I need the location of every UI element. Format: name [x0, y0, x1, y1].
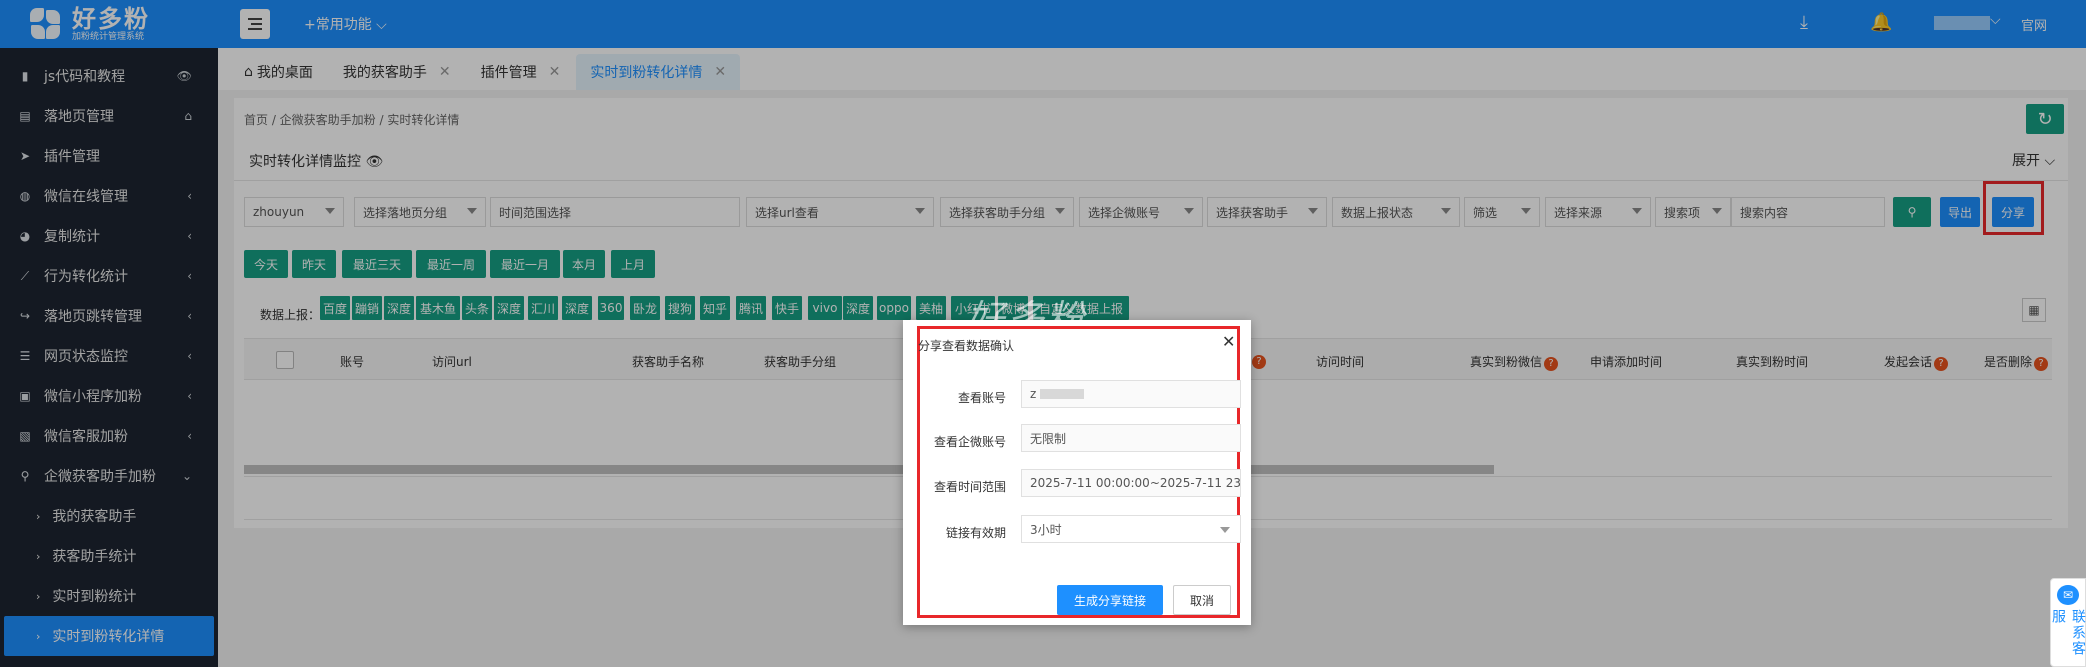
redacted-text: [1040, 389, 1085, 399]
view-account-label: 查看账号: [957, 391, 1006, 405]
link-validity-value: 3小时: [1030, 522, 1062, 537]
contact-support-widget[interactable]: ✉ 联系客服: [2050, 578, 2086, 667]
view-time-field: 2025-7-11 00:00:00~2025-7-11 23:59:59: [1021, 469, 1241, 497]
cancel-button[interactable]: 取消: [1173, 585, 1231, 615]
view-account-value: z: [1030, 387, 1037, 401]
caret-down-icon: [1220, 527, 1230, 533]
dialog-title: 分享查看数据确认: [918, 339, 1015, 353]
view-time-label: 查看时间范围: [933, 480, 1006, 494]
view-corp-label: 查看企微账号: [933, 435, 1006, 449]
link-validity-select[interactable]: 3小时: [1021, 515, 1241, 543]
contact-label: 联系客服: [2050, 608, 2086, 657]
generate-link-button[interactable]: 生成分享链接: [1057, 585, 1163, 615]
view-account-field: z: [1021, 380, 1241, 408]
chat-icon: ✉: [2057, 585, 2079, 605]
close-icon[interactable]: ✕: [1222, 332, 1235, 351]
link-validity-label: 链接有效期: [945, 526, 1006, 540]
view-corp-field: 无限制: [1021, 424, 1241, 452]
